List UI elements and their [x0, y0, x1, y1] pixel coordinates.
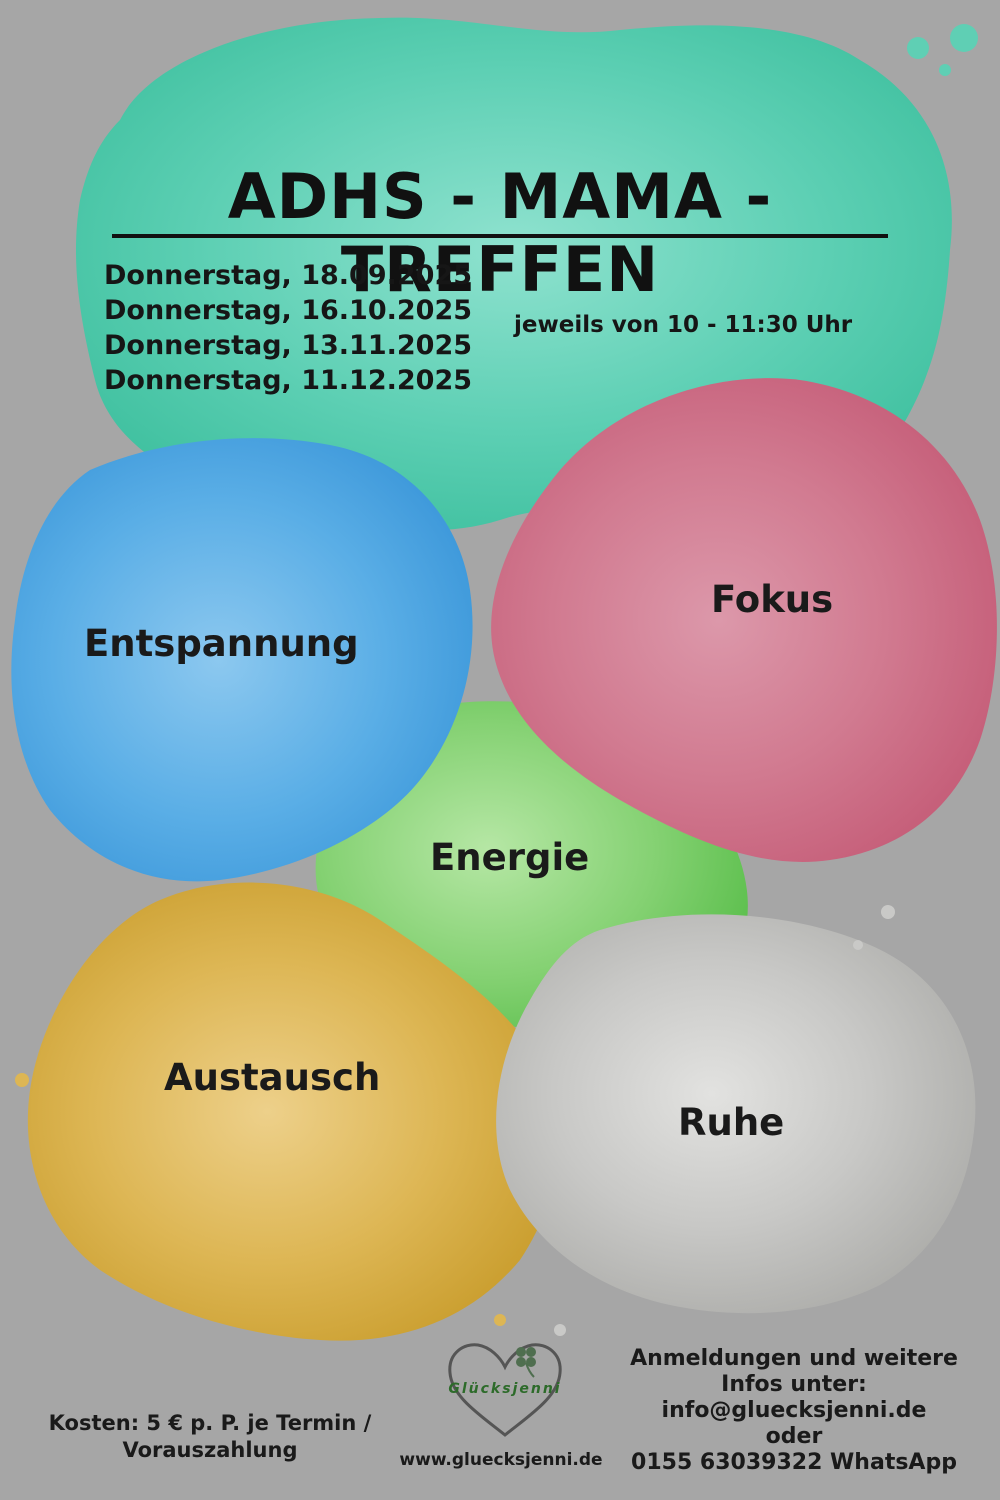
title-underline	[112, 234, 888, 238]
topic-calm: Ruhe	[678, 1101, 785, 1144]
contact-line: Infos unter:	[721, 1372, 867, 1397]
date-item: Donnerstag, 11.12.2025	[104, 365, 473, 396]
topic-exchange: Austausch	[164, 1056, 381, 1099]
topic-focus: Fokus	[711, 578, 834, 621]
contact-line: Anmeldungen und weitere	[630, 1346, 958, 1371]
email-link[interactable]: info@gluecksjenni.de	[618, 1398, 970, 1424]
phone-link[interactable]: 0155 63039322 WhatsApp	[618, 1450, 970, 1476]
date-item: Donnerstag, 13.11.2025	[104, 330, 473, 361]
date-list: Donnerstag, 18.09.2025 Donnerstag, 16.10…	[104, 258, 472, 398]
cost-note: Kosten: 5 € p. P. je Termin / Vorauszahl…	[48, 1411, 372, 1462]
clover-icon	[516, 1347, 536, 1378]
brand-name: Glücksjenni	[448, 1381, 562, 1397]
date-item: Donnerstag, 18.09.2025	[104, 260, 473, 291]
poster: ADHS - MAMA - TREFFEN Donnerstag, 18.09.…	[0, 0, 1000, 1500]
date-item: Donnerstag, 16.10.2025	[104, 295, 473, 326]
topic-energy: Energie	[430, 836, 590, 879]
contact-info: Anmeldungen und weitere Infos unter: inf…	[618, 1346, 970, 1476]
topic-relaxation: Entspannung	[84, 622, 359, 665]
contact-line: oder	[765, 1424, 823, 1449]
website-link[interactable]: www.gluecksjenni.de	[386, 1450, 616, 1470]
time-note: jeweils von 10 - 11:30 Uhr	[514, 312, 853, 338]
